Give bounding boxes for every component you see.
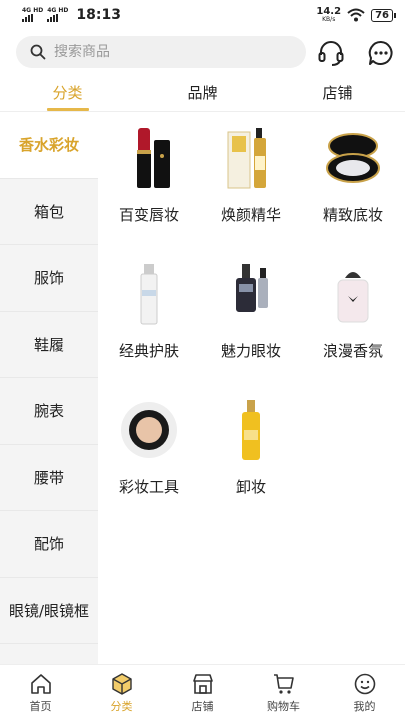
category-label: 百变唇妆 <box>118 206 179 224</box>
headset-icon[interactable] <box>316 38 346 68</box>
top-tabs: 分类 品牌 店铺 <box>0 74 405 112</box>
category-label: 焕颜精华 <box>220 206 281 224</box>
search-input[interactable] <box>54 44 274 60</box>
category-tile[interactable]: 彩妆工具 <box>98 384 200 504</box>
category-tile[interactable]: 浪漫香氛 <box>302 248 404 368</box>
search-icon <box>30 44 46 60</box>
status-bar: 4G HD 4G HD 18:13 14.2 KB/s 76 <box>0 0 405 30</box>
lipstick-icon <box>115 124 183 192</box>
nav-profile[interactable]: 我的 <box>324 665 405 720</box>
category-label: 经典护肤 <box>118 342 179 360</box>
perfume-icon <box>319 260 387 328</box>
eye-serum-icon <box>217 260 285 328</box>
sidebar-item-perfume-makeup[interactable]: 香水彩妆 <box>0 112 98 179</box>
category-tile[interactable]: 经典护肤 <box>98 248 200 368</box>
sidebar-item-apparel[interactable]: 服饰 <box>0 245 98 312</box>
sidebar-item-shoes[interactable]: 鞋履 <box>0 312 98 378</box>
category-label: 浪漫香氛 <box>322 342 383 360</box>
chat-icon[interactable] <box>366 38 396 68</box>
category-label: 彩妆工具 <box>118 478 179 496</box>
category-tile[interactable]: 魅力眼妆 <box>200 248 302 368</box>
skincare-tube-icon <box>115 260 183 328</box>
sidebar-item-eyewear[interactable]: 眼镜/眼镜框 <box>0 578 98 644</box>
sidebar-item-bags[interactable]: 箱包 <box>0 179 98 245</box>
sidebar-item-watches[interactable]: 腕表 <box>0 378 98 445</box>
category-tile[interactable]: 卸妆 <box>200 384 302 504</box>
nav-cart-label: 购物车 <box>267 699 300 713</box>
category-tile[interactable]: 焕颜精华 <box>200 112 302 232</box>
nav-home[interactable]: 首页 <box>0 665 81 720</box>
wifi-icon <box>347 8 365 22</box>
serum-bottle-icon <box>217 124 285 192</box>
category-tile[interactable]: 百变唇妆 <box>98 112 200 232</box>
sidebar-item-belts[interactable]: 腰带 <box>0 445 98 511</box>
search-bar[interactable] <box>16 36 306 68</box>
nav-category[interactable]: 分类 <box>81 665 162 720</box>
category-label: 精致底妆 <box>322 206 383 224</box>
signal-indicator-1: 4G HD <box>22 8 43 22</box>
clock: 18:13 <box>76 7 121 23</box>
cushion-compact-icon <box>115 396 183 464</box>
category-box-icon <box>111 672 132 695</box>
cleansing-oil-icon <box>217 396 285 464</box>
category-sidebar: 香水彩妆 箱包 服饰 鞋履 腕表 腰带 配饰 眼镜/眼镜框 <box>0 112 98 664</box>
nav-category-label: 分类 <box>110 699 133 713</box>
nav-store[interactable]: 店铺 <box>162 665 243 720</box>
home-icon <box>30 673 51 694</box>
profile-icon <box>354 673 375 694</box>
tab-store[interactable]: 店铺 <box>270 74 405 111</box>
store-icon <box>192 673 213 694</box>
nav-home-label: 首页 <box>29 699 52 713</box>
category-label: 卸妆 <box>235 478 266 496</box>
bottom-navigation: 首页 分类 店铺 购物车 我的 <box>0 664 405 720</box>
compact-powder-icon <box>319 124 387 192</box>
signal-indicator-2: 4G HD <box>47 8 68 22</box>
network-speed: 14.2 KB/s <box>316 7 341 23</box>
battery-indicator: 76 <box>371 8 396 22</box>
search-header <box>0 36 405 70</box>
nav-cart[interactable]: 购物车 <box>243 665 324 720</box>
nav-store-label: 店铺 <box>191 699 214 713</box>
category-tile[interactable]: 精致底妆 <box>302 112 404 232</box>
tab-brand[interactable]: 品牌 <box>135 74 270 111</box>
sidebar-item-accessories[interactable]: 配饰 <box>0 511 98 578</box>
tab-category[interactable]: 分类 <box>0 74 135 111</box>
cart-icon <box>273 673 294 694</box>
speed-unit: KB/s <box>322 16 336 23</box>
category-label: 魅力眼妆 <box>220 342 281 360</box>
nav-profile-label: 我的 <box>353 699 376 713</box>
